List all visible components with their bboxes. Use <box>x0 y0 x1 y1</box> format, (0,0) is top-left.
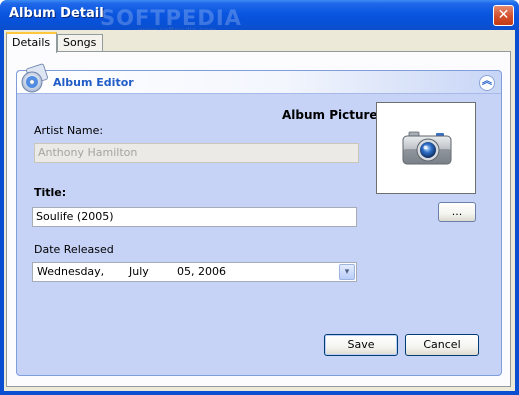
tab-songs[interactable]: Songs <box>57 34 103 52</box>
album-detail-window: Album Detail SOFTPEDIA www.softpedia.com… <box>0 0 519 395</box>
album-editor-title: Album Editor <box>53 76 134 89</box>
date-weekday[interactable]: Wednesday, <box>37 265 129 278</box>
album-picture-box[interactable] <box>376 102 476 194</box>
tab-songs-label: Songs <box>63 36 97 49</box>
camera-icon <box>402 131 452 165</box>
date-month[interactable]: July <box>129 265 177 278</box>
details-tab-panel: Album Editor ︽ Artist Name: Anthony Hami… <box>6 51 511 387</box>
title-value: Soulife (2005) <box>36 210 114 223</box>
title-bar[interactable]: Album Detail SOFTPEDIA www.softpedia.com… <box>0 0 519 35</box>
window-title: Album Detail <box>9 6 104 21</box>
album-editor-header: Album Editor ︽ <box>17 63 501 94</box>
browse-picture-button[interactable]: ... <box>438 202 476 222</box>
album-editor-group: Album Editor ︽ Artist Name: Anthony Hami… <box>16 63 502 376</box>
artist-name-field: Anthony Hamilton <box>34 143 359 163</box>
date-released-label: Date Released <box>34 243 114 256</box>
browse-picture-label: ... <box>451 205 463 218</box>
artist-name-value: Anthony Hamilton <box>38 146 138 159</box>
save-button-label: Save <box>347 338 375 351</box>
date-released-picker[interactable]: Wednesday, July 05, 2006 ▾ <box>32 262 357 282</box>
title-label: Title: <box>34 186 67 199</box>
artist-name-label: Artist Name: <box>34 124 104 137</box>
date-day-year[interactable]: 05, 2006 <box>177 265 226 278</box>
collapse-button[interactable]: ︽ <box>479 75 495 91</box>
date-display: Wednesday, July 05, 2006 <box>37 265 226 278</box>
close-icon: ✕ <box>497 7 510 23</box>
title-input[interactable]: Soulife (2005) <box>32 207 357 227</box>
double-chevron-up-icon: ︽ <box>482 76 492 87</box>
tab-details[interactable]: Details <box>6 32 57 53</box>
chevron-down-icon: ▾ <box>344 267 350 277</box>
date-dropdown-button[interactable]: ▾ <box>339 264 355 280</box>
album-picture-label: Album Picture <box>282 108 378 122</box>
cancel-button-label: Cancel <box>423 338 461 351</box>
close-button[interactable]: ✕ <box>493 5 514 26</box>
cancel-button[interactable]: Cancel <box>405 334 479 356</box>
album-disc-icon <box>21 63 49 93</box>
window-client-area: Details Songs Album Editor ︽ Artist Name… <box>4 30 515 391</box>
tab-details-label: Details <box>12 36 51 49</box>
save-button[interactable]: Save <box>324 334 398 356</box>
